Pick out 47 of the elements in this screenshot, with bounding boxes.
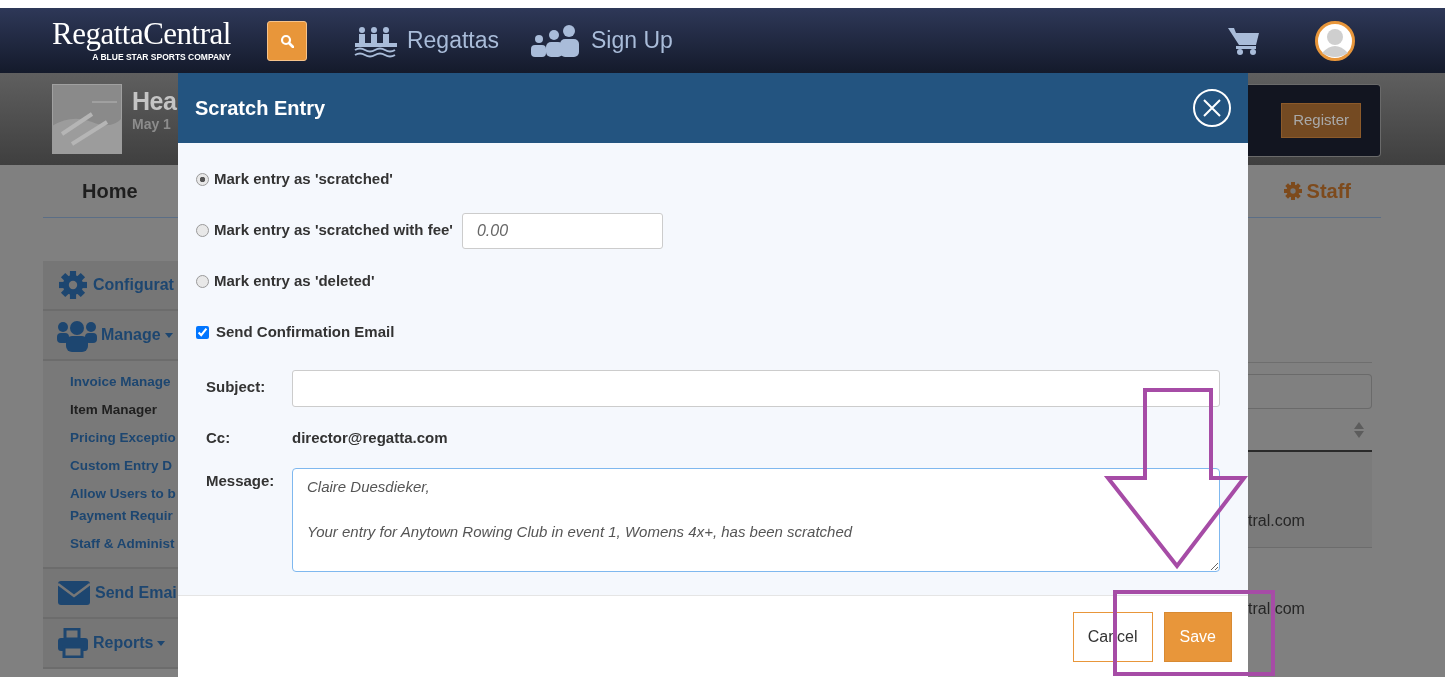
- cc-value: director@regatta.com: [292, 428, 448, 448]
- radio-button[interactable]: [196, 173, 209, 186]
- sort-icon: [1354, 421, 1364, 438]
- sidebar-link[interactable]: Item Manager: [43, 399, 178, 421]
- table-cell-text: tral.com: [1248, 599, 1306, 619]
- option-label[interactable]: Mark entry as 'scratched with fee': [214, 219, 453, 242]
- table-cell: tral.com: [1248, 452, 1372, 548]
- checkbox[interactable]: [196, 326, 209, 339]
- staff-tab[interactable]: Staff: [1282, 176, 1351, 206]
- regatta-date: May 1: [132, 115, 172, 134]
- subject-field[interactable]: [292, 370, 1220, 407]
- checkbox-label[interactable]: Send Confirmation Email: [216, 321, 395, 344]
- home-tab[interactable]: Home: [82, 176, 138, 206]
- option-label[interactable]: Mark entry as 'scratched': [214, 168, 393, 191]
- field-label: Message:: [205, 470, 276, 491]
- sidebar-link[interactable]: Pricing Exceptio: [43, 427, 178, 449]
- regatta-title: Hea: [132, 89, 177, 114]
- field-label: Cc:: [205, 428, 232, 448]
- fee-field[interactable]: 0.00: [461, 212, 663, 249]
- envelope-icon: [57, 580, 91, 606]
- message-field[interactable]: Claire Duesdieker, Your entry for Anytown Rowing Club in event 1, Womens 4x+, has been scratched: [292, 467, 1220, 572]
- people-icon: [57, 318, 97, 352]
- nav-link[interactable]: Regattas: [352, 23, 499, 58]
- sidebar-link[interactable]: Invoice Manage: [43, 371, 178, 393]
- search-icon: [279, 33, 294, 48]
- save-button[interactable]: Save: [1163, 612, 1232, 662]
- regatta-logo: [52, 84, 122, 154]
- site-logo[interactable]: RegattaCentral: [52, 17, 231, 49]
- avatar-icon[interactable]: [1315, 20, 1355, 61]
- close-icon: [1192, 88, 1232, 128]
- dialog-title: Scratch Entry: [195, 96, 326, 121]
- sidebar-link[interactable]: Custom Entry D: [43, 455, 178, 477]
- close-button[interactable]: [1192, 88, 1232, 128]
- radio-button[interactable]: [196, 275, 209, 288]
- cart-icon[interactable]: [1227, 25, 1261, 56]
- gear-icon: [57, 269, 89, 301]
- option-label[interactable]: Mark entry as 'deleted': [214, 270, 375, 293]
- radio-button[interactable]: [196, 224, 209, 237]
- register-button[interactable]: Register: [1281, 103, 1361, 138]
- sidebar-link[interactable]: Staff & Administ: [43, 533, 178, 555]
- gear-icon: [1282, 181, 1303, 201]
- printer-icon: [57, 628, 89, 658]
- sidebar-link[interactable]: Allow Users to b Payment Requir: [43, 483, 178, 527]
- nav-link[interactable]: Sign Up: [529, 23, 673, 58]
- logo-tagline: A BLUE STAR SPORTS COMPANY: [91, 51, 231, 64]
- search-button[interactable]: [266, 20, 307, 61]
- field-label: Subject:: [205, 377, 267, 397]
